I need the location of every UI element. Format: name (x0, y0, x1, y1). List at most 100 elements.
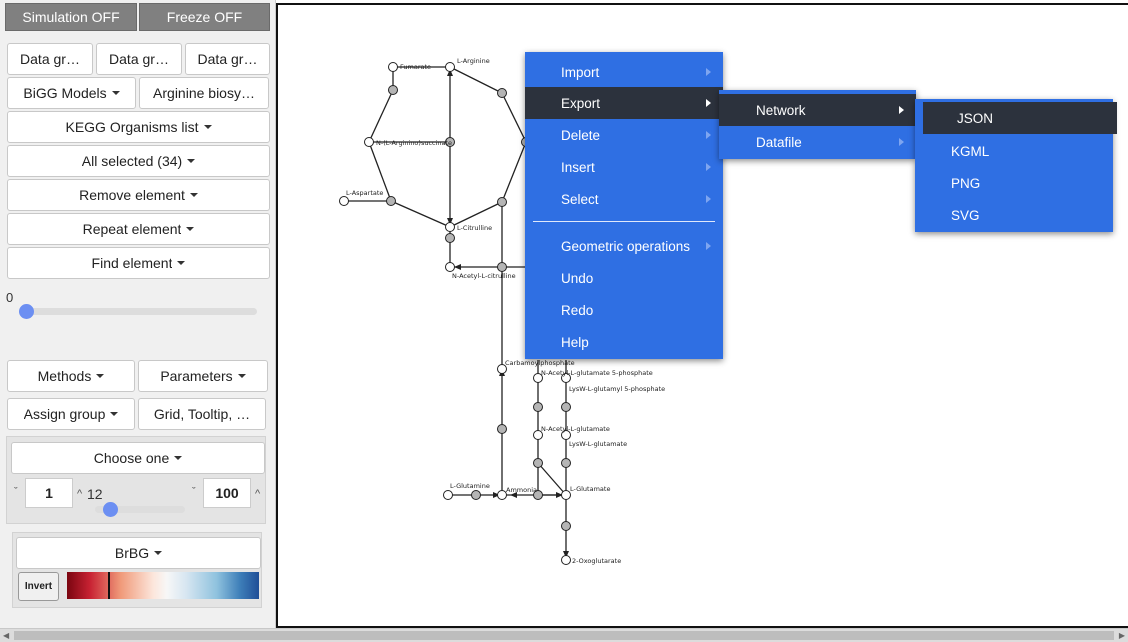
bigg-models-dropdown[interactable]: BiGG Models (7, 77, 136, 109)
label-glutamate: L-Glutamate (570, 485, 610, 493)
find-element-dropdown[interactable]: Find element (7, 247, 270, 279)
metabolite-node[interactable] (364, 137, 374, 147)
chevron-down-icon[interactable]: ˇ (192, 486, 196, 498)
remove-element-dropdown[interactable]: Remove element (7, 179, 270, 211)
reaction-node[interactable] (386, 196, 396, 206)
menu-item-geometric-operations[interactable]: Geometric operations (525, 230, 723, 262)
menu-item-export[interactable]: Export (525, 87, 723, 119)
menu-item-svg-label: SVG (951, 207, 980, 223)
label-ammonia: Ammonia (506, 486, 537, 494)
assign-group-dropdown[interactable]: Assign group (7, 398, 135, 430)
label-glutamine: L-Glutamine (450, 482, 490, 490)
time-slider-thumb[interactable] (19, 304, 34, 319)
menu-item-help[interactable]: Help (525, 326, 723, 358)
reaction-node[interactable] (497, 197, 507, 207)
chevron-down-icon[interactable]: ˇ (14, 486, 18, 498)
label-oxoglutarate: 2-Oxoglutarate (572, 557, 621, 565)
choose-one-dropdown[interactable]: Choose one (11, 442, 265, 474)
menu-item-svg[interactable]: SVG (915, 199, 1113, 231)
control-panel: Simulation OFF Freeze OFF Data gr… Data … (0, 0, 276, 628)
metabolite-node[interactable] (561, 555, 571, 565)
menu-item-redo[interactable]: Redo (525, 294, 723, 326)
metabolite-node[interactable] (339, 196, 349, 206)
label-acetyl-glu5p: N-Acetyl-L-glutamate 5-phosphate (541, 369, 653, 377)
label-acetyl-citrulline: N-Acetyl-L-citrulline (452, 272, 516, 280)
pathway-dropdown[interactable]: Arginine biosy… (139, 77, 269, 109)
metabolite-node[interactable] (445, 222, 455, 232)
data-graph-button-3[interactable]: Data gr… (185, 43, 270, 75)
scroll-right-icon[interactable]: ▶ (1119, 631, 1125, 640)
scroll-left-icon[interactable]: ◀ (3, 631, 9, 640)
reaction-node[interactable] (561, 521, 571, 531)
chevron-down-icon (186, 227, 195, 231)
parameters-dropdown[interactable]: Parameters (138, 360, 268, 392)
colormap-label: BrBG (114, 545, 150, 561)
label-acetyl-glu: N-Acetyl-L-glutamate (541, 425, 610, 433)
reaction-node[interactable] (561, 458, 571, 468)
chevron-up-icon[interactable]: ^ (255, 488, 260, 500)
grid-tooltip-dropdown[interactable]: Grid, Tooltip, … (138, 398, 266, 430)
time-slider-track[interactable] (19, 308, 257, 315)
metabolite-node[interactable] (445, 62, 455, 72)
assign-group-label: Assign group (23, 406, 106, 422)
menu-item-datafile[interactable]: Datafile (719, 126, 916, 158)
reaction-node[interactable] (497, 424, 507, 434)
reaction-node[interactable] (561, 402, 571, 412)
menu-item-network[interactable]: Network (719, 94, 916, 126)
repeat-element-label: Repeat element (82, 221, 182, 237)
menu-item-kgml[interactable]: KGML (915, 135, 1113, 167)
menu-item-json[interactable]: JSON (923, 102, 1117, 134)
colormap-dropdown[interactable]: BrBG (16, 537, 261, 569)
simulation-toggle-button[interactable]: Simulation OFF (5, 3, 137, 31)
menu-item-import[interactable]: Import (525, 56, 723, 88)
find-element-label: Find element (91, 255, 173, 271)
pathway-label: Arginine biosy… (153, 85, 255, 101)
freeze-toggle-button[interactable]: Freeze OFF (139, 3, 270, 31)
repeat-element-dropdown[interactable]: Repeat element (7, 213, 270, 245)
reaction-node[interactable] (497, 262, 507, 272)
colormap-bar (67, 572, 259, 599)
chevron-down-icon (111, 91, 120, 95)
kegg-organisms-dropdown[interactable]: KEGG Organisms list (7, 111, 270, 143)
arrow-icon (454, 264, 461, 270)
all-selected-dropdown[interactable]: All selected (34) (7, 145, 270, 177)
menu-item-undo[interactable]: Undo (525, 262, 723, 294)
scrollbar-thumb[interactable] (14, 631, 1114, 640)
chevron-down-icon (110, 412, 119, 416)
menu-item-insert[interactable]: Insert (525, 151, 723, 183)
horizontal-scrollbar[interactable]: ◀ ▶ (0, 628, 1128, 642)
kegg-organisms-label: KEGG Organisms list (65, 119, 199, 135)
chevron-right-icon (899, 106, 904, 114)
reaction-node[interactable] (388, 85, 398, 95)
invert-button[interactable]: Invert (18, 572, 59, 601)
all-selected-label: All selected (34) (81, 153, 183, 169)
methods-dropdown[interactable]: Methods (7, 360, 135, 392)
chevron-down-icon (96, 374, 105, 378)
reaction-node[interactable] (497, 88, 507, 98)
reaction-node[interactable] (533, 402, 543, 412)
chevron-right-icon (706, 163, 711, 171)
chevron-down-icon (174, 456, 183, 460)
chevron-down-icon (177, 261, 186, 265)
data-graph-button-2-label: Data gr… (109, 51, 169, 67)
reaction-node[interactable] (471, 490, 481, 500)
data-graph-button-2[interactable]: Data gr… (96, 43, 182, 75)
metabolite-node[interactable] (445, 262, 455, 272)
menu-item-select[interactable]: Select (525, 183, 723, 215)
range-max-input[interactable]: 100 (203, 478, 251, 508)
label-citrulline: L-Citrulline (457, 224, 492, 232)
reaction-node[interactable] (445, 233, 455, 243)
reaction-node[interactable] (533, 458, 543, 468)
metabolite-node[interactable] (443, 490, 453, 500)
graph-edge (501, 141, 527, 203)
data-graph-button-1[interactable]: Data gr… (7, 43, 93, 75)
metabolite-node[interactable] (388, 62, 398, 72)
chevron-right-icon (706, 242, 711, 250)
range-min-input[interactable]: 1 (25, 478, 73, 508)
label-lysw-glu5p: LysW-L-glutamyl 5-phosphate (569, 385, 665, 393)
menu-item-undo-label: Undo (561, 270, 594, 286)
chevron-right-icon (899, 138, 904, 146)
menu-item-delete[interactable]: Delete (525, 119, 723, 151)
menu-item-png[interactable]: PNG (915, 167, 1113, 199)
chevron-up-icon[interactable]: ^ (77, 488, 82, 500)
